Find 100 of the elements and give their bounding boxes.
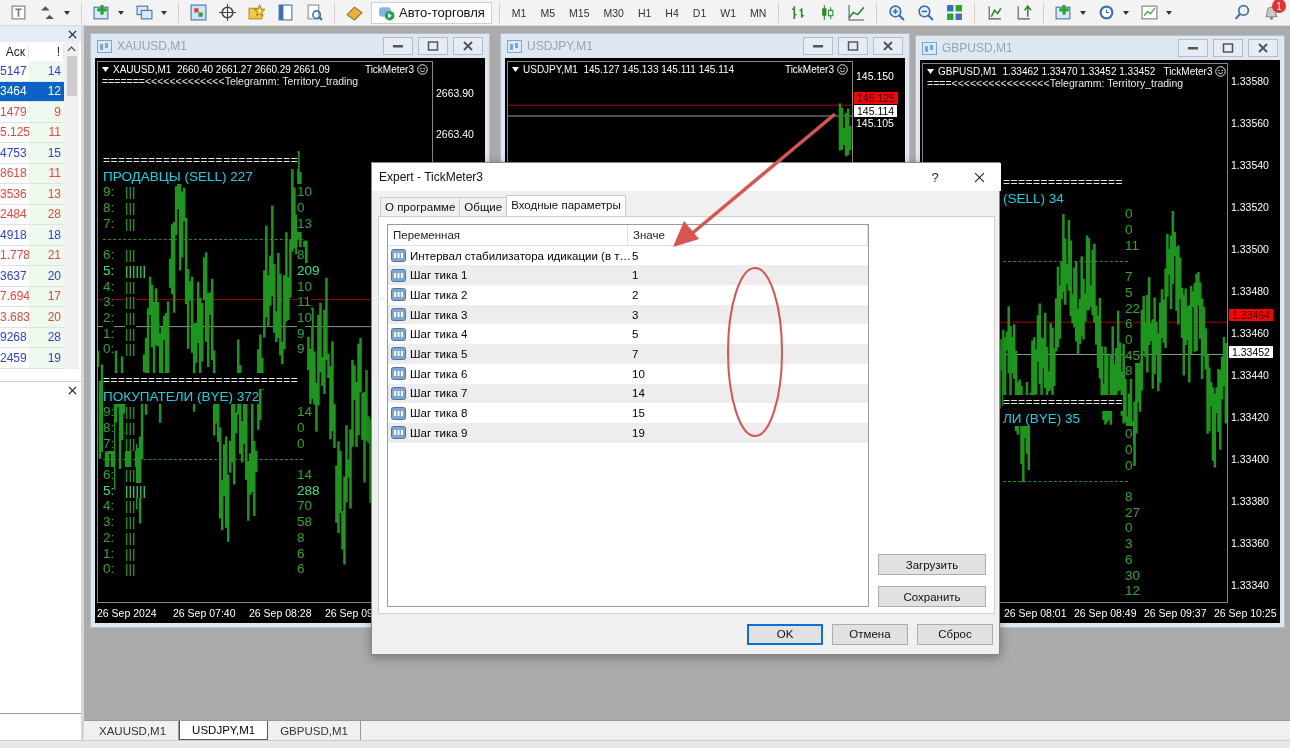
price-label: 1.33420 [1231, 411, 1269, 423]
time-label: 26 Sep 09:37 [1144, 607, 1208, 619]
tick-count: 0 [1125, 426, 1133, 442]
quote-row[interactable]: 3464 12 [0, 81, 64, 102]
parameter-value[interactable]: 3 [628, 308, 868, 321]
parameter-value[interactable]: 14 [628, 387, 868, 400]
column-header[interactable]: Переменная [388, 225, 628, 245]
parameter-value[interactable]: 7 [628, 347, 868, 360]
tick-count: 13 [297, 215, 313, 232]
timeframe-button[interactable]: D1 [687, 1, 712, 24]
spread-value: 19 [29, 348, 64, 368]
spread-value: 13 [29, 184, 64, 204]
ask-price: 1479 [0, 104, 28, 119]
time-label: 26 Sep 10:25 [1214, 607, 1278, 619]
time-label: 26 Sep 2024 [97, 607, 158, 619]
tick-bars: ||| [125, 184, 136, 201]
quote-row[interactable]: 3637 20 [0, 266, 64, 287]
tick-bars: ||| [125, 561, 136, 577]
dialog-tab[interactable]: Общие [459, 197, 508, 216]
tick-bars: ||| [125, 529, 136, 546]
ask-price-label: 1.33464 [1229, 309, 1273, 321]
tick-step-label: 6: [103, 467, 115, 483]
timeframe-button[interactable]: M30 [598, 1, 629, 24]
timeframe-button[interactable]: H1 [632, 1, 657, 24]
parameter-value[interactable]: 10 [628, 367, 868, 380]
tick-step-label: 7: [103, 435, 115, 452]
window-title: XAUUSD,M1 [117, 39, 188, 53]
ask-price: 4753 [0, 145, 28, 160]
parameter-value[interactable]: 19 [628, 426, 868, 439]
dialog-button[interactable]: Отмена [832, 623, 908, 645]
ask-price: 9268 [0, 330, 28, 345]
tick-step-label: 4: [103, 498, 115, 515]
tick-bars: ||| [125, 498, 136, 515]
price-label: 1.33520 [1231, 201, 1269, 213]
tick-count: 10 [297, 310, 313, 326]
chart-header: USDJPY,M1 145.127 145.133 145.111 145.114 [523, 64, 735, 75]
dialog-tab[interactable]: О программе [380, 197, 461, 216]
tick-bars: ||| [125, 404, 136, 420]
tick-bars: ||| [125, 294, 136, 310]
quote-row[interactable]: 3536 13 [0, 184, 64, 205]
tick-bars: ||| [125, 247, 136, 263]
quote-row[interactable]: 5.125 11 [0, 122, 64, 143]
dialog-button[interactable]: Сброс [917, 623, 993, 645]
quote-row[interactable]: 2459 19 [0, 348, 64, 369]
banner-text: =======<<<<<<<<<<<<<Telegramm: Territory_trading [101, 75, 360, 87]
quote-row[interactable]: 9268 28 [0, 327, 64, 348]
price-label: 1.33380 [1231, 495, 1269, 507]
quote-row[interactable]: 4918 18 [0, 225, 64, 246]
ask-price: 7.694 [0, 289, 29, 304]
time-label: 26 Sep 08:01 [1004, 607, 1068, 619]
price-label: 1.33460 [1231, 327, 1269, 339]
quote-row[interactable]: 8618 11 [0, 163, 64, 184]
dialog-button[interactable]: Загрузить [878, 554, 986, 575]
timeframe-button[interactable]: H4 [660, 1, 684, 24]
parameter-value[interactable]: 5 [628, 328, 868, 341]
ask-price: 4918 [0, 227, 28, 242]
quote-row[interactable]: 5147 14 [0, 61, 64, 82]
timeframe-button[interactable]: W1 [715, 1, 741, 24]
ask-price: 3637 [0, 268, 28, 283]
parameter-name: Шаг тика 9 [410, 426, 468, 439]
dialog-button[interactable]: OK [747, 623, 823, 645]
spread-value: 18 [29, 225, 64, 245]
quote-row[interactable]: 1.778 21 [0, 245, 64, 266]
ask-price: 8618 [0, 166, 28, 181]
parameter-value[interactable]: 5 [628, 249, 868, 262]
timeframe-button[interactable]: MN [745, 1, 772, 24]
window-title: USDJPY,M1 [527, 39, 594, 53]
quote-row[interactable]: 7.694 17 [0, 286, 64, 307]
quote-row[interactable]: 3.683 20 [0, 307, 64, 328]
quote-row[interactable]: 2484 28 [0, 204, 64, 225]
parameter-value[interactable]: 1 [628, 269, 868, 282]
bid-price-label: 1.33452 [1229, 346, 1273, 358]
tick-bars: |||||| [125, 482, 147, 499]
quote-row[interactable]: 1479 9 [0, 102, 64, 123]
dialog-tab[interactable]: Входные параметры [506, 195, 626, 216]
tick-count: 0 [1125, 441, 1133, 458]
price-label: 2663.90 [436, 87, 474, 99]
tick-step-label: 5: [103, 482, 115, 499]
help-button[interactable]: ? [913, 168, 957, 186]
timeframe-button[interactable]: M1 [506, 1, 532, 24]
separator-text: ========================== [103, 372, 299, 389]
price-label: 1.33580 [1231, 75, 1269, 87]
timeframe-button[interactable]: M15 [564, 1, 595, 24]
parameter-name: Шаг тика 3 [410, 308, 468, 321]
quote-row[interactable]: 4753 15 [0, 143, 64, 164]
ask-price-label: 145.125 [854, 92, 898, 104]
price-label: 1.33480 [1231, 285, 1269, 297]
price-label: 1.33560 [1231, 117, 1269, 129]
parameter-name: Шаг тика 6 [410, 367, 468, 380]
tick-bars: ||| [125, 545, 136, 562]
auto-trading-button[interactable]: Авто-торговля [371, 1, 492, 24]
parameter-value[interactable]: 15 [628, 407, 868, 420]
tick-bars: ||| [125, 325, 136, 342]
column-header[interactable]: Аск [0, 44, 29, 59]
chart-tab[interactable]: USDJPY,M1 [179, 721, 269, 740]
parameter-value[interactable]: 2 [628, 288, 868, 301]
timeframe-button[interactable]: M5 [535, 1, 561, 24]
tick-count: 10 [297, 184, 313, 201]
dialog-button[interactable]: Сохранить [878, 586, 986, 607]
tick-bars: ||| [125, 435, 136, 452]
